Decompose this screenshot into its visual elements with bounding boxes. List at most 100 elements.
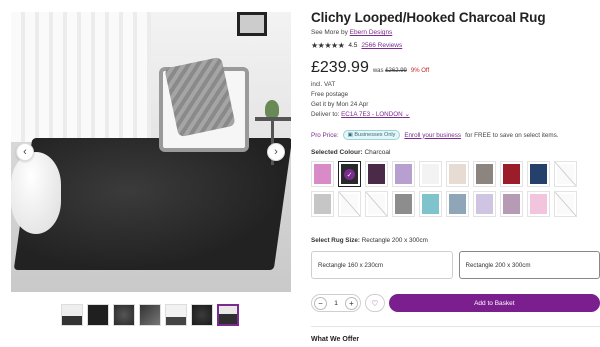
- size-options: Rectangle 160 x 230cm Rectangle 200 x 30…: [311, 251, 600, 279]
- thumbnail-active[interactable]: [217, 304, 239, 326]
- pro-price-row: Pro Price: ▣ Businesses Only Enroll your…: [311, 130, 600, 140]
- colour-swatch-unavailable: [365, 191, 388, 217]
- business-badge: ▣ Businesses Only: [342, 130, 401, 140]
- image-pouf: [11, 152, 61, 234]
- colour-swatch-plum[interactable]: [365, 161, 388, 187]
- see-more-label: See More by: [311, 29, 348, 36]
- size-option-200x300[interactable]: Rectangle 200 x 300cm: [458, 251, 600, 279]
- price-row: £239.99 was £262.99 9% Off: [311, 59, 600, 77]
- colour-swatch-unavailable: [554, 191, 577, 217]
- image-plant: [265, 100, 279, 118]
- reviews-link[interactable]: 2566 Reviews: [361, 42, 402, 49]
- rug-size-label: Select Rug Size: Rectangle 200 x 300cm: [311, 237, 600, 244]
- colour-swatch-red[interactable]: [500, 161, 523, 187]
- colour-swatch-lavender[interactable]: [473, 191, 496, 217]
- colour-swatch-unavailable: [338, 191, 361, 217]
- colour-swatch-beige[interactable]: [446, 161, 469, 187]
- deliver-to-value: EC1A 7E3 - LONDON: [341, 111, 403, 118]
- deliver-to-row: Deliver to: EC1A 7E3 - LONDON ⌄: [311, 110, 600, 120]
- swatch-fill: [422, 164, 439, 184]
- colour-swatch-charcoal[interactable]: ✓: [338, 161, 361, 187]
- heart-icon: ♡: [371, 298, 379, 308]
- wishlist-button[interactable]: ♡: [365, 294, 385, 312]
- colour-swatch-taupe[interactable]: [473, 161, 496, 187]
- image-curtain: [11, 12, 151, 147]
- enroll-business-link[interactable]: Enroll your business: [404, 132, 461, 139]
- chevron-left-icon: ‹: [23, 146, 27, 158]
- pro-price-label: Pro Price:: [311, 131, 339, 139]
- was-label: was: [372, 68, 384, 74]
- swatch-fill: [530, 164, 547, 184]
- see-more-row: See More by Ebern Designs: [311, 29, 600, 36]
- swatch-fill: [368, 194, 385, 214]
- star-rating-icon: ★★★★★: [311, 41, 345, 50]
- size-value: Rectangle 200 x 300cm: [361, 237, 428, 244]
- brand-link[interactable]: Ebern Designs: [350, 29, 393, 36]
- gallery-prev-button[interactable]: ‹: [16, 143, 34, 161]
- pro-price-suffix: for FREE to save on select items.: [465, 131, 559, 139]
- swatch-fill: [476, 164, 493, 184]
- size-option-160x230[interactable]: Rectangle 160 x 230cm: [311, 251, 453, 279]
- swatch-fill: [314, 194, 331, 214]
- thumbnail[interactable]: [87, 304, 109, 326]
- what-we-offer-heading: What We Offer: [311, 326, 600, 343]
- thumbnail[interactable]: [61, 304, 83, 326]
- deliver-to-label: Deliver to:: [311, 111, 340, 118]
- colour-swatch-blue-grey[interactable]: [446, 191, 469, 217]
- colour-swatch-light-pink[interactable]: [527, 191, 550, 217]
- chevron-right-icon: ›: [274, 146, 278, 158]
- swatch-fill: [422, 194, 439, 214]
- swatch-fill: [368, 164, 385, 184]
- buy-row: − 1 + ♡ Add to Basket: [311, 294, 600, 312]
- postage-text: Free postage: [311, 91, 349, 98]
- thumbnail[interactable]: [165, 304, 187, 326]
- colour-swatch-lilac[interactable]: [392, 161, 415, 187]
- colour-swatch-light-grey[interactable]: [311, 191, 334, 217]
- decrease-quantity-button[interactable]: −: [314, 296, 327, 310]
- delivery-date: Get it by Mon 24 Apr: [311, 101, 369, 108]
- colour-swatch-white[interactable]: [419, 161, 442, 187]
- selected-colour-label: Selected Colour: Charcoal: [311, 149, 600, 156]
- product-title: Clichy Looped/Hooked Charcoal Rug: [311, 10, 546, 25]
- colour-swatches: ✓: [311, 161, 600, 217]
- thumbnail[interactable]: [113, 304, 135, 326]
- thumbnail[interactable]: [139, 304, 161, 326]
- was-price-value: £262.99: [385, 68, 407, 74]
- rating-value: 4.5: [348, 42, 358, 49]
- colour-swatch-mauve[interactable]: [500, 191, 523, 217]
- colour-label: Selected Colour:: [311, 149, 363, 156]
- image-picture-frame: [237, 12, 267, 36]
- colour-swatch-navy[interactable]: [527, 161, 550, 187]
- swatch-fill: [341, 194, 358, 214]
- swatch-fill: [395, 164, 412, 184]
- swatch-fill: [503, 164, 520, 184]
- swatch-fill: [557, 164, 574, 184]
- size-label: Select Rug Size:: [311, 237, 360, 244]
- was-price: was £262.99: [373, 68, 407, 74]
- rating-row: ★★★★★ 4.5 2566 Reviews: [311, 41, 600, 50]
- add-to-basket-button[interactable]: Add to Basket: [388, 294, 600, 312]
- product-image[interactable]: [11, 12, 291, 292]
- gallery-next-button[interactable]: ›: [267, 143, 285, 161]
- colour-swatch-pink[interactable]: [311, 161, 334, 187]
- swatch-fill: [395, 194, 412, 214]
- quantity-value[interactable]: 1: [329, 300, 343, 307]
- check-icon: ✓: [344, 169, 355, 180]
- swatch-fill: [530, 194, 547, 214]
- swatch-fill: [503, 194, 520, 214]
- swatch-fill: [449, 164, 466, 184]
- colour-swatch-turquoise[interactable]: [419, 191, 442, 217]
- swatch-fill: [314, 164, 331, 184]
- briefcase-icon: ▣: [347, 132, 353, 138]
- increase-quantity-button[interactable]: +: [345, 296, 358, 310]
- colour-swatch-grey[interactable]: [392, 191, 415, 217]
- colour-value: Charcoal: [364, 149, 391, 156]
- vat-text: incl. VAT: [311, 81, 336, 88]
- thumbnail[interactable]: [191, 304, 213, 326]
- quantity-stepper: − 1 +: [311, 294, 361, 312]
- colour-swatch-unavailable: [554, 161, 577, 187]
- product-details: Clichy Looped/Hooked Charcoal Rug See Mo…: [311, 10, 600, 343]
- price: £239.99: [311, 59, 369, 76]
- swatch-fill: [557, 194, 574, 214]
- deliver-to-location[interactable]: EC1A 7E3 - LONDON ⌄: [341, 111, 410, 118]
